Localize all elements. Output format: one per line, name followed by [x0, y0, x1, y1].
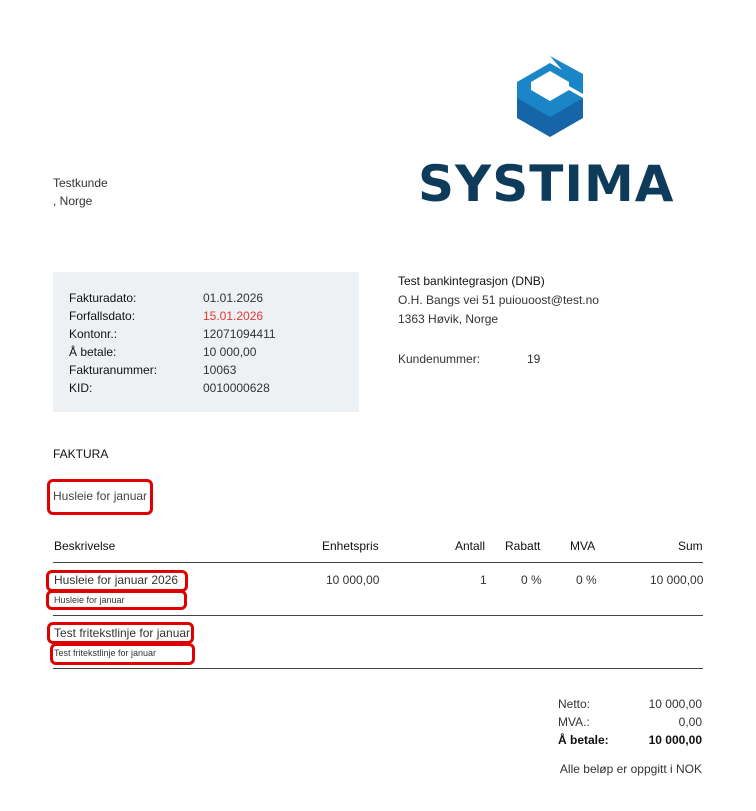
currency-note: Alle beløp er oppgitt i NOK [559, 762, 702, 776]
customer-address: Testkunde , Norge [53, 174, 108, 210]
col-header-quantity: Antall [455, 539, 486, 553]
info-row-amount-due: Å betale: 10 000,00 [69, 343, 349, 361]
info-row-due-date: Forfallsdato: 15.01.2026 [69, 307, 349, 325]
logo-wordmark: SYSTIMA [418, 155, 675, 213]
highlight-box [46, 570, 188, 592]
customer-number-label: Kundenummer: [398, 352, 481, 366]
totals-net: Netto: 10 000,00 [0, 697, 756, 715]
customer-number-row: Kundenummer: 19 [398, 352, 598, 370]
net-value: 10 000,00 [648, 697, 702, 711]
vat-label: MVA.: [558, 715, 590, 729]
info-row-invoice-date: Fakturadato: 01.01.2026 [69, 289, 349, 307]
row-unit-price: 10 000,00 [326, 573, 380, 587]
sender-city: 1363 Høvik, Norge [398, 312, 499, 326]
due-date: 15.01.2026 [203, 309, 264, 323]
info-label: Forfallsdato: [69, 309, 136, 323]
col-header-discount: Rabatt [505, 539, 541, 553]
due-label: Å betale: [558, 733, 609, 747]
invoice-info-box: Fakturadato: 01.01.2026 Forfallsdato: 15… [53, 272, 359, 412]
highlight-box [50, 643, 195, 665]
col-header-sum: Sum [678, 539, 703, 553]
table-row-divider [53, 615, 703, 616]
row-sum: 10 000,00 [650, 573, 704, 587]
due-value: 10 000,00 [648, 733, 702, 747]
kid-number: 0010000628 [203, 381, 270, 395]
company-logo: SYSTIMA [418, 56, 684, 213]
row-quantity: 1 [480, 573, 487, 587]
table-header-divider [53, 562, 703, 563]
invoice-number: 10063 [203, 363, 237, 377]
customer-number: 19 [527, 352, 541, 366]
info-label: Kontonr.: [69, 327, 118, 341]
highlight-box [46, 590, 187, 610]
document-title: FAKTURA [53, 447, 109, 461]
highlight-box [47, 479, 153, 515]
info-label: KID: [69, 381, 93, 395]
info-row-kid: KID: 0010000628 [69, 379, 349, 397]
info-label: Fakturadato: [69, 291, 137, 305]
row-vat: 0 % [576, 573, 597, 587]
table-bottom-divider [53, 668, 703, 669]
info-row-invoice-number: Fakturanummer: 10063 [69, 361, 349, 379]
row-discount: 0 % [521, 573, 542, 587]
sender-street: O.H. Bangs vei 51 puiouoost@test.no [398, 293, 599, 307]
col-header-vat: MVA [570, 539, 596, 553]
highlight-box [47, 622, 194, 644]
totals-due: Å betale: 10 000,00 [0, 733, 756, 751]
customer-country: , Norge [53, 194, 93, 208]
invoice-date: 01.01.2026 [203, 291, 264, 305]
info-row-account: Kontonr.: 12071094411 [69, 325, 349, 343]
vat-value: 0,00 [678, 715, 702, 729]
totals-vat: MVA.: 0,00 [0, 715, 756, 733]
info-label: Å betale: [69, 345, 117, 359]
amount-due: 10 000,00 [203, 345, 257, 359]
net-label: Netto: [558, 697, 591, 711]
col-header-description: Beskrivelse [54, 539, 116, 553]
sender-name: Test bankintegrasjon (DNB) [398, 274, 545, 288]
col-header-unit-price: Enhetspris [322, 539, 379, 553]
systima-logo-icon [517, 56, 583, 137]
account-number: 12071094411 [203, 327, 276, 341]
info-label: Fakturanummer: [69, 363, 158, 377]
customer-name: Testkunde [53, 176, 108, 190]
sender-address: Test bankintegrasjon (DNB) O.H. Bangs ve… [398, 272, 599, 329]
